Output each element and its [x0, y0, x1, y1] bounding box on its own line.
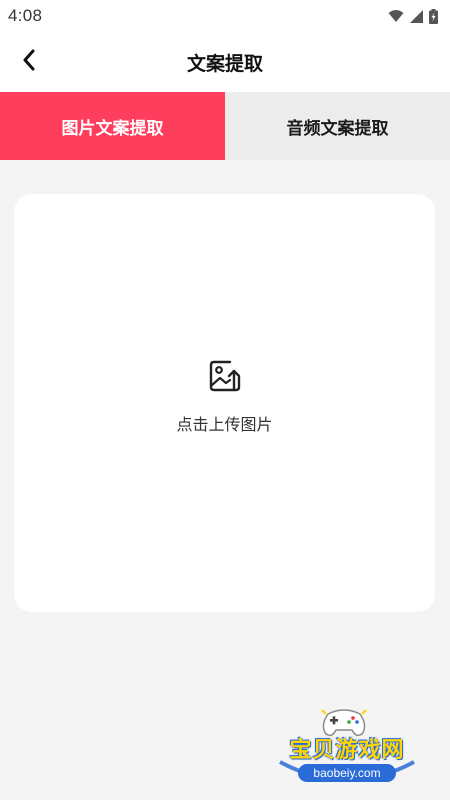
- header: 文案提取: [0, 32, 450, 92]
- tab-image-text-extract[interactable]: 图片文案提取: [0, 92, 225, 160]
- signal-icon: [410, 9, 423, 23]
- status-time: 4:08: [8, 6, 43, 25]
- back-button[interactable]: [22, 48, 58, 76]
- chevron-left-icon: [22, 49, 36, 75]
- status-bar: 4:08: [0, 0, 450, 32]
- status-icons: [388, 8, 438, 24]
- tab-bar: 图片文案提取 音频文案提取: [0, 92, 450, 160]
- page-title: 文案提取: [186, 52, 263, 75]
- watermark-title: 宝贝游戏网: [289, 738, 405, 763]
- tab-audio-text-extract[interactable]: 音频文案提取: [225, 92, 450, 160]
- watermark-domain: baobeiy.com: [298, 764, 396, 782]
- wifi-icon: [388, 9, 404, 23]
- upload-image-area[interactable]: 点击上传图片: [14, 194, 435, 612]
- watermark-logo: 宝贝游戏网 baobeiy.com: [272, 700, 422, 790]
- battery-icon: [429, 8, 438, 24]
- image-upload-icon: [208, 359, 242, 393]
- upload-label: 点击上传图片: [176, 415, 273, 434]
